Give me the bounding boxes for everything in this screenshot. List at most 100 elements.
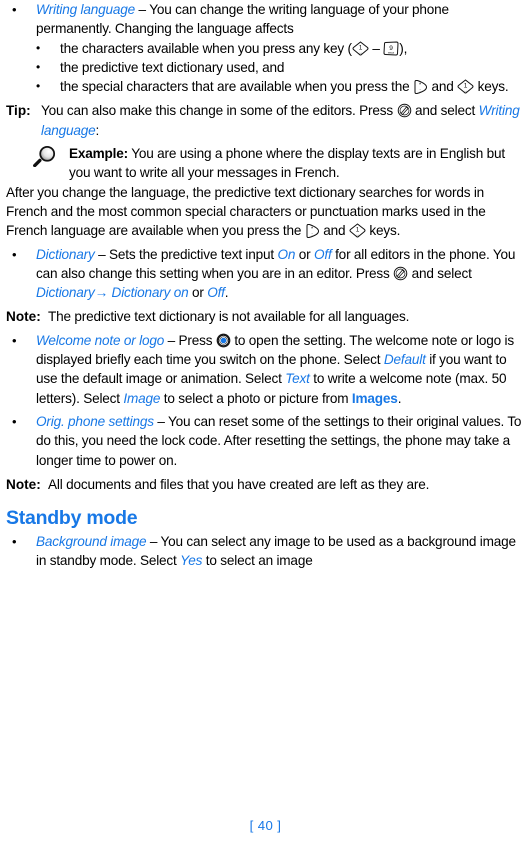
- list-item: • the characters available when you pres…: [6, 39, 527, 58]
- dash: –: [135, 2, 150, 17]
- bullet-marker: •: [12, 332, 17, 348]
- example-label: Example:: [69, 146, 129, 162]
- bullet-marker: •: [12, 246, 17, 262]
- svg-text::: :: [419, 88, 420, 94]
- magnifier-example-icon: [31, 145, 59, 168]
- value-text: Text: [285, 371, 310, 387]
- welcome-note-paragraph: Welcome note or logo – Press to open the…: [36, 331, 527, 408]
- tip-part3: :: [95, 122, 100, 138]
- bullet-marker: •: [36, 40, 41, 55]
- key-star-icon: *:: [305, 223, 320, 239]
- note-block-dictionary: Note: The predictive text dictionary is …: [6, 307, 527, 326]
- value-off: Off: [314, 246, 332, 262]
- sub-bullet-characters-text-before: the characters available when you press …: [60, 40, 352, 56]
- list-item: • Writing language – You can change the …: [6, 0, 527, 39]
- scroll-select-key-icon: [216, 333, 231, 348]
- term-background-image: Background image: [36, 534, 147, 550]
- list-item: • Welcome note or logo – Press to open t…: [6, 331, 527, 408]
- value-off: Off: [207, 285, 225, 301]
- dash: –: [164, 332, 179, 348]
- sub-bullet-dictionary: the predictive text dictionary used, and: [60, 59, 285, 75]
- dash: –: [153, 413, 169, 429]
- svg-text:␣: ␣: [356, 232, 358, 236]
- background-image-part2: to select an image: [202, 553, 313, 569]
- dictionary-or2: or: [188, 285, 208, 301]
- welcome-part6: .: [397, 390, 402, 406]
- app-images: Images: [351, 390, 398, 406]
- term-writing-language: Writing language: [36, 2, 136, 17]
- svg-text:␣: ␣: [359, 50, 361, 54]
- options-pencil-key-icon: [397, 103, 412, 118]
- dash: –: [94, 246, 110, 262]
- document-page: • Writing language – You can change the …: [0, 0, 531, 841]
- bullet-marker: •: [36, 79, 41, 94]
- menu-dictionary: Dictionary: [36, 285, 95, 301]
- sub-bullet-special-middle: and: [428, 79, 458, 95]
- tip-text: You can also make this change in some of…: [41, 101, 527, 140]
- sub-bullet-special-characters: the special characters that are availabl…: [60, 77, 527, 96]
- example-head-body: You are using a phone where the display …: [69, 146, 505, 181]
- list-item: • the predictive text dictionary used, a…: [6, 58, 527, 77]
- section-heading-standby-mode: Standby mode: [6, 507, 138, 530]
- key-1-icon: 1 ␣: [352, 40, 369, 56]
- tip-block: Tip: You can also make this change in so…: [6, 101, 527, 140]
- options-pencil-key-icon: [393, 266, 408, 281]
- term-welcome-note-or-logo: Welcome note or logo: [36, 332, 165, 348]
- dictionary-part1: Sets the predictive text input: [109, 246, 278, 262]
- tip-label: Tip:: [6, 103, 31, 119]
- key-9-icon: 9 wxyz: [383, 41, 399, 56]
- sub-bullet-characters: the characters available when you press …: [60, 39, 527, 58]
- tip-part1: You can also make this change in some of…: [41, 103, 397, 119]
- value-image: Image: [123, 390, 161, 406]
- value-yes: Yes: [180, 553, 203, 569]
- arrow-icon: →: [94, 285, 109, 301]
- note-text: All documents and files that you have cr…: [48, 476, 430, 492]
- sub-bullet-special-after: keys.: [474, 79, 509, 95]
- svg-text:wxyz: wxyz: [388, 50, 395, 54]
- dictionary-period: .: [224, 285, 229, 301]
- example-head-text: Example: You are using a phone where the…: [69, 144, 527, 183]
- dictionary-paragraph: Dictionary – Sets the predictive text in…: [36, 245, 527, 303]
- welcome-part1: Press: [178, 332, 216, 348]
- writing-language-paragraph: Writing language – You can change the wr…: [36, 0, 527, 39]
- dash: –: [146, 534, 161, 550]
- list-item: • Background image – You can select any …: [6, 532, 527, 571]
- bullet-marker: •: [12, 534, 17, 550]
- magnifier-icon-wrap: [31, 144, 69, 172]
- bullet-marker: •: [12, 413, 17, 429]
- dictionary-part3: and select: [408, 265, 472, 281]
- svg-text::: :: [311, 232, 312, 238]
- sub-bullet-special-before: the special characters that are availabl…: [60, 79, 413, 95]
- value-default: Default: [383, 352, 426, 368]
- svg-text:␣: ␣: [465, 88, 467, 92]
- tip-part2: and select: [411, 103, 479, 119]
- key-star-icon: *:: [413, 79, 428, 95]
- list-item: • Orig. phone settings – You can reset s…: [6, 412, 527, 470]
- example-body-part3: keys.: [365, 223, 401, 239]
- bullet-marker: •: [36, 59, 41, 74]
- note-label: Note:: [6, 309, 41, 325]
- example-head: Example: You are using a phone where the…: [6, 144, 527, 183]
- list-item: • Dictionary – Sets the predictive text …: [6, 245, 527, 303]
- note-block-documents: Note: All documents and files that you h…: [6, 475, 527, 494]
- sub-bullet-characters-text-after: ),: [399, 40, 408, 56]
- welcome-part5: to select a photo or picture from: [160, 390, 352, 406]
- note-text: The predictive text dictionary is not av…: [48, 309, 410, 325]
- sub-bullet-characters-dash: –: [368, 40, 384, 56]
- example-body-text: After you change the language, the predi…: [6, 183, 527, 241]
- example-body-part2: and: [319, 223, 349, 239]
- page-number: [ 40 ]: [249, 818, 282, 833]
- term-orig-phone-settings: Orig. phone settings: [36, 413, 154, 429]
- dictionary-or1: or: [295, 246, 314, 262]
- list-item: • the special characters that are availa…: [6, 77, 527, 96]
- key-1-icon: 1 ␣: [349, 223, 366, 238]
- value-on: On: [277, 246, 296, 262]
- example-block: Example: You are using a phone where the…: [6, 144, 527, 240]
- background-image-paragraph: Background image – You can select any im…: [36, 532, 527, 571]
- term-dictionary: Dictionary: [36, 246, 95, 262]
- bullet-marker: •: [12, 2, 17, 17]
- menu-dictionary-on: Dictionary on: [108, 285, 189, 301]
- note-label: Note:: [6, 476, 41, 492]
- example-body-part1: After you change the language, the predi…: [6, 184, 486, 239]
- key-1-icon: 1 ␣: [457, 79, 474, 94]
